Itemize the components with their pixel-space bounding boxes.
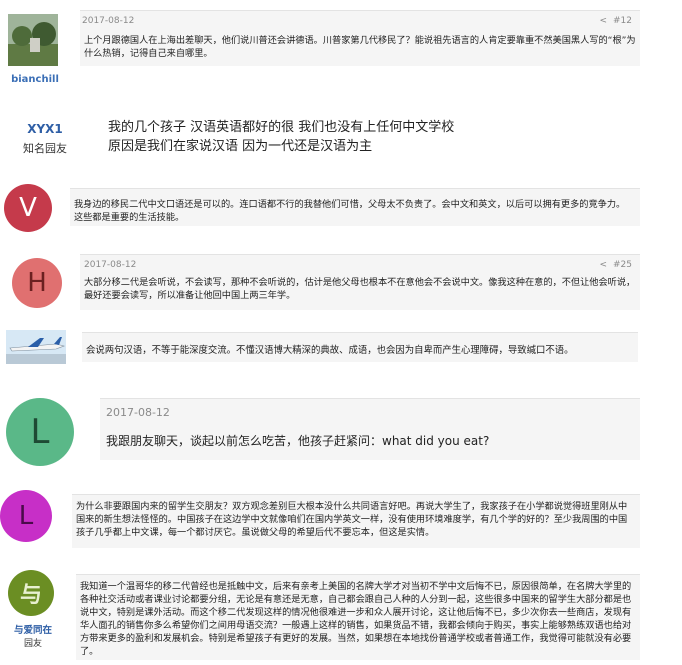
divider xyxy=(70,188,640,189)
post-text: 我的几个孩子 汉语英语都好的很 我们也没有上任何中文学校 原因是我们在家说汉语 … xyxy=(108,118,454,156)
post-12: bianchill 2017-08-12 < #12 上个月跟德国人在上海出差聊… xyxy=(0,0,682,95)
avatar[interactable]: H xyxy=(12,258,62,308)
post-meta: < #12 xyxy=(599,16,632,26)
author-panel: bianchill xyxy=(0,0,70,95)
avatar[interactable]: V xyxy=(4,184,52,232)
avatar[interactable] xyxy=(6,330,66,364)
post-meta: < #25 xyxy=(599,260,632,270)
post-body: 2017-08-12 我跟朋友聊天，谈起以前怎么吃苦，他孩子赶紧问：what d… xyxy=(100,398,640,460)
divider xyxy=(80,10,640,11)
avatar-letter: L xyxy=(30,412,50,452)
divider xyxy=(76,574,640,575)
post-body: 会说两句汉语，不等于能深度交流。不懂汉语博大精深的典故、成语，也会因为自卑而产生… xyxy=(82,332,638,362)
post-l2: L 为什么非要跟国内来的留学生交朋友？双方观念差别巨大根本没什么共同语言好吧。再… xyxy=(0,486,682,554)
post-text: 我身边的移民二代中文口语还是可以的。连口语都不行的我替他们可惜，父母太不负责了。… xyxy=(74,199,626,223)
post-body: 2017-08-12 < #12 上个月跟德国人在上海出差聊天，他们说川普还会讲… xyxy=(80,10,640,66)
post-yu: 与 与爱同在 园友 我知道一个温哥华的移二代曾经也是抵触中文，后来有亲考上美国的… xyxy=(0,566,682,665)
share-icon[interactable]: < xyxy=(599,16,607,26)
post-body: 为什么非要跟国内来的留学生交朋友？双方观念差别巨大根本没什么共同语言好吧。再说大… xyxy=(72,494,640,548)
post-25: H 2017-08-12 < #25 大部分移二代是会听说，不会读写，那种不会听… xyxy=(0,248,682,314)
post-v: V 我身边的移民二代中文口语还是可以的。连口语都不行的我替他们可惜，父母太不负责… xyxy=(0,180,682,232)
user-role: 园友 xyxy=(23,639,42,649)
post-l1: L 2017-08-12 我跟朋友聊天，谈起以前怎么吃苦，他孩子赶紧问：what… xyxy=(0,392,682,472)
post-plane: 会说两句汉语，不等于能深度交流。不懂汉语博大精深的典故、成语，也会因为自卑而产生… xyxy=(0,324,682,370)
avatar[interactable]: 与 xyxy=(8,570,54,616)
author-panel: XYX1 知名园友 xyxy=(0,104,90,170)
post-body: 2017-08-12 < #25 大部分移二代是会听说，不会读写，那种不会听说的… xyxy=(80,254,640,310)
post-text: 为什么非要跟国内来的留学生交朋友？双方观念差别巨大根本没什么共同语言好吧。再说大… xyxy=(76,501,628,538)
post-text: 我知道一个温哥华的移二代曾经也是抵触中文，后来有亲考上美国的名牌大学才对当初不学… xyxy=(80,581,632,657)
post-xyx1: XYX1 知名园友 我的几个孩子 汉语英语都好的很 我们也没有上任何中文学校 原… xyxy=(0,104,682,170)
avatar-letter: H xyxy=(27,268,47,298)
post-text: 我跟朋友聊天，谈起以前怎么吃苦，他孩子赶紧问：what did you eat? xyxy=(106,434,490,448)
avatar-letter: L xyxy=(18,501,34,531)
airplane-icon xyxy=(6,330,66,364)
post-body: 我的几个孩子 汉语英语都好的很 我们也没有上任何中文学校 原因是我们在家说汉语 … xyxy=(100,106,520,162)
avatar[interactable]: L xyxy=(6,398,74,466)
post-text: 会说两句汉语，不等于能深度交流。不懂汉语博大精深的典故、成语，也会因为自卑而产生… xyxy=(86,345,574,356)
divider xyxy=(82,332,638,333)
username[interactable]: 与爱同在 xyxy=(0,622,66,636)
divider xyxy=(72,494,640,495)
username[interactable]: XYX1 xyxy=(0,122,90,136)
avatar[interactable]: L xyxy=(0,490,52,542)
post-body: 我知道一个温哥华的移二代曾经也是抵触中文，后来有亲考上美国的名牌大学才对当初不学… xyxy=(76,574,640,660)
post-date: 2017-08-12 xyxy=(84,260,137,270)
post-text: 大部分移二代是会听说，不会读写，那种不会听说的，估计是他父母也根本不在意他会不会… xyxy=(84,277,636,301)
avatar-letter: V xyxy=(19,193,37,223)
avatar[interactable] xyxy=(8,14,58,66)
post-number[interactable]: #25 xyxy=(613,260,632,270)
divider xyxy=(80,254,640,255)
post-date: 2017-08-12 xyxy=(106,406,170,419)
avatar-glyph: 与 xyxy=(19,583,42,608)
post-date: 2017-08-12 xyxy=(82,16,135,26)
post-number[interactable]: #12 xyxy=(613,16,632,26)
user-role: 知名园友 xyxy=(23,142,67,155)
divider xyxy=(100,398,640,399)
share-icon[interactable]: < xyxy=(599,260,607,270)
username[interactable]: bianchill xyxy=(0,74,70,85)
post-text: 上个月跟德国人在上海出差聊天，他们说川普还会讲德语。川普家第几代移民了？能说祖先… xyxy=(84,35,636,59)
post-body: 我身边的移民二代中文口语还是可以的。连口语都不行的我替他们可惜，父母太不负责了。… xyxy=(70,188,640,226)
author-panel: 与 与爱同在 园友 xyxy=(0,566,66,665)
text-line: 我的几个孩子 汉语英语都好的很 我们也没有上任何中文学校 xyxy=(108,120,455,135)
text-line: 原因是我们在家说汉语 因为一代还是汉语为主 xyxy=(108,139,373,154)
